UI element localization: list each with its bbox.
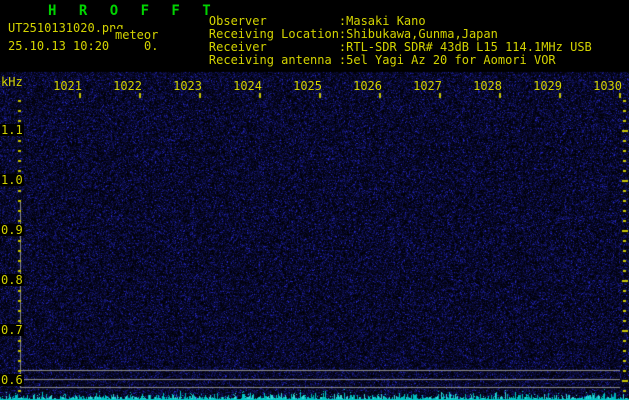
mode-label: meteor (114, 28, 160, 42)
y-tick-label: 0.9 (0, 223, 24, 237)
info-value: :5el Yagi Az 20 for Aomori VOR (338, 53, 556, 67)
x-tick-label: 1029 (533, 79, 562, 93)
x-tick-label: 1030 (593, 79, 622, 93)
x-tick-label: 1021 (53, 79, 82, 93)
x-tick-label: 1025 (293, 79, 322, 93)
y-tick-label: 0.6 (0, 373, 24, 387)
info-row-antenna: Receiving antenna :5el Yagi Az 20 for Aom… (180, 42, 556, 78)
output-filename: UT2510131020.png (8, 21, 124, 35)
y-tick-label: 0.8 (0, 273, 24, 287)
x-tick-label: 1028 (473, 79, 502, 93)
y-tick-label: 1.0 (0, 173, 24, 187)
x-tick-label: 1026 (353, 79, 382, 93)
x-tick-label: 1022 (113, 79, 142, 93)
y-axis-unit: kHz (1, 75, 23, 89)
x-tick-label: 1027 (413, 79, 442, 93)
info-label: Receiving antenna (208, 53, 332, 67)
y-tick-label: 1.1 (0, 123, 24, 137)
x-tick-label: 1023 (173, 79, 202, 93)
hrofft-screen: H R O F F T UT2510131020.png meteor 25.1… (0, 0, 629, 400)
x-tick-label: 1024 (233, 79, 262, 93)
datetime-label: 25.10.13 10:20 (8, 39, 110, 53)
y-tick-label: 0.7 (0, 323, 24, 337)
